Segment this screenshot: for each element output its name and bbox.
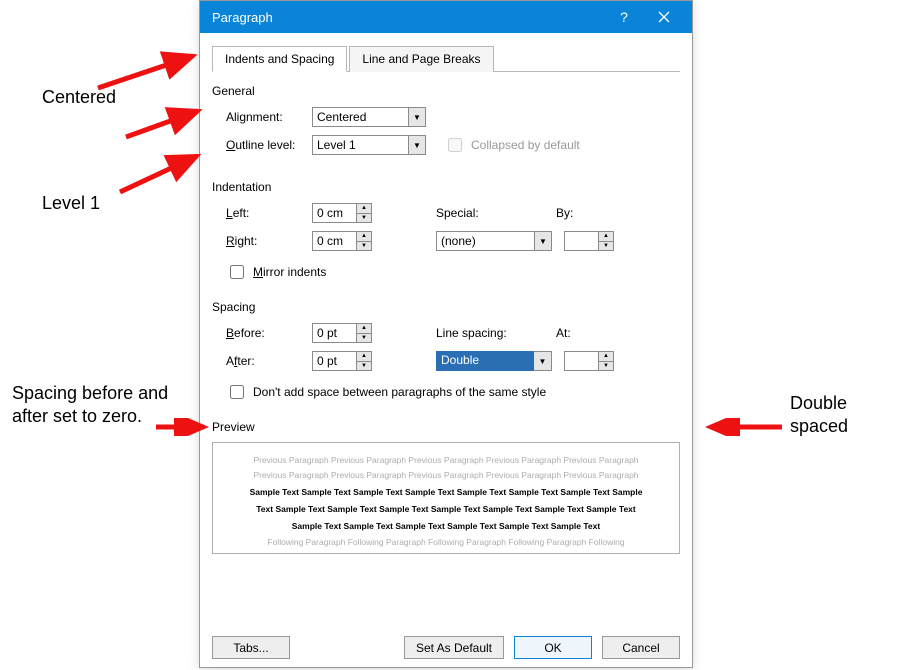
collapsed-label: Collapsed by default: [471, 138, 580, 152]
mirror-indents-checkbox[interactable]: Mirror indents: [226, 262, 680, 282]
special-value[interactable]: [436, 231, 534, 251]
by-value[interactable]: [564, 231, 598, 251]
arrow-icon: [88, 48, 208, 98]
cancel-button[interactable]: Cancel: [602, 636, 680, 659]
spin-down-icon[interactable]: ▼: [598, 361, 614, 372]
spin-down-icon[interactable]: ▼: [356, 213, 372, 224]
spin-up-icon[interactable]: ▲: [356, 203, 372, 213]
before-label: Before:: [226, 326, 312, 340]
alignment-combo[interactable]: ▼: [312, 107, 426, 127]
alignment-value[interactable]: [312, 107, 408, 127]
tab-indents-spacing[interactable]: Indents and Spacing: [212, 46, 347, 72]
close-button[interactable]: [644, 1, 684, 33]
tabs-button[interactable]: Tabs...: [212, 636, 290, 659]
spin-down-icon[interactable]: ▼: [356, 333, 372, 344]
annotation-level1: Level 1: [42, 192, 100, 215]
mirror-indents-input[interactable]: [230, 265, 244, 279]
preview-prev: Previous Paragraph Previous Paragraph Pr…: [227, 468, 665, 483]
alignment-label: Alignment:: [226, 110, 312, 124]
ok-button[interactable]: OK: [514, 636, 592, 659]
section-general: General: [212, 84, 680, 98]
special-label: Special:: [436, 206, 556, 220]
outline-label: Outline level:: [226, 138, 312, 152]
arrow-icon: [118, 105, 208, 145]
by-label: By:: [556, 206, 582, 220]
preview-box: Previous Paragraph Previous Paragraph Pr…: [212, 442, 680, 554]
mirror-indents-label: Mirror indents: [253, 265, 326, 279]
outline-value[interactable]: [312, 135, 408, 155]
section-indentation: Indentation: [212, 180, 680, 194]
right-value[interactable]: [312, 231, 356, 251]
after-label: After:: [226, 354, 312, 368]
at-label: At:: [556, 326, 582, 340]
dialog-body: Indents and Spacing Line and Page Breaks…: [200, 33, 692, 562]
set-as-default-button[interactable]: Set As Default: [404, 636, 504, 659]
line-spacing-label: Line spacing:: [436, 326, 556, 340]
before-spinner[interactable]: ▲▼: [312, 323, 372, 343]
by-spinner[interactable]: ▲▼: [564, 231, 614, 251]
line-spacing-value[interactable]: Double: [436, 351, 534, 371]
spin-down-icon[interactable]: ▼: [356, 361, 372, 372]
left-label: Left:: [226, 206, 312, 220]
dialog-footer: Tabs... Set As Default OK Cancel: [212, 636, 680, 659]
collapsed-input: [448, 138, 462, 152]
dont-add-space-label: Don't add space between paragraphs of th…: [253, 385, 546, 399]
after-spinner[interactable]: ▲▼: [312, 351, 372, 371]
right-spinner[interactable]: ▲▼: [312, 231, 372, 251]
spin-down-icon[interactable]: ▼: [356, 241, 372, 252]
after-value[interactable]: [312, 351, 356, 371]
arrow-icon: [152, 418, 212, 436]
special-combo[interactable]: ▼: [436, 231, 552, 251]
spin-up-icon[interactable]: ▲: [356, 231, 372, 241]
spin-up-icon[interactable]: ▲: [356, 323, 372, 333]
arrow-icon: [700, 418, 790, 436]
collapsed-checkbox: Collapsed by default: [444, 135, 580, 155]
dont-add-space-input[interactable]: [230, 385, 244, 399]
line-spacing-combo[interactable]: Double ▼: [436, 351, 552, 371]
chevron-down-icon[interactable]: ▼: [408, 107, 426, 127]
help-button[interactable]: ?: [604, 1, 644, 33]
paragraph-dialog: Paragraph ? Indents and Spacing Line and…: [199, 0, 693, 668]
spin-up-icon[interactable]: ▲: [598, 231, 614, 241]
preview-follow: Following Paragraph Following Paragraph …: [227, 535, 665, 550]
chevron-down-icon[interactable]: ▼: [534, 231, 552, 251]
left-spinner[interactable]: ▲▼: [312, 203, 372, 223]
dont-add-space-checkbox[interactable]: Don't add space between paragraphs of th…: [226, 382, 680, 402]
at-spinner[interactable]: ▲▼: [564, 351, 614, 371]
spin-down-icon[interactable]: ▼: [598, 241, 614, 252]
chevron-down-icon[interactable]: ▼: [408, 135, 426, 155]
dialog-title: Paragraph: [212, 10, 604, 25]
section-spacing: Spacing: [212, 300, 680, 314]
preview-sample: Text Sample Text Sample Text Sample Text…: [227, 501, 665, 518]
right-label: Right:: [226, 234, 312, 248]
preview-sample: Sample Text Sample Text Sample Text Samp…: [227, 518, 665, 535]
close-icon: [658, 11, 670, 23]
before-value[interactable]: [312, 323, 356, 343]
tab-strip: Indents and Spacing Line and Page Breaks: [212, 45, 680, 72]
spin-up-icon[interactable]: ▲: [356, 351, 372, 361]
titlebar: Paragraph ?: [200, 1, 692, 33]
at-value[interactable]: [564, 351, 598, 371]
preview-prev: Previous Paragraph Previous Paragraph Pr…: [227, 453, 665, 468]
left-value[interactable]: [312, 203, 356, 223]
spin-up-icon[interactable]: ▲: [598, 351, 614, 361]
section-preview: Preview: [212, 420, 680, 434]
arrow-icon: [112, 150, 207, 200]
tab-line-page-breaks[interactable]: Line and Page Breaks: [349, 46, 493, 72]
chevron-down-icon[interactable]: ▼: [534, 351, 552, 371]
preview-sample: Sample Text Sample Text Sample Text Samp…: [227, 484, 665, 501]
outline-combo[interactable]: ▼: [312, 135, 426, 155]
annotation-double-spaced: Double spaced: [790, 392, 890, 437]
